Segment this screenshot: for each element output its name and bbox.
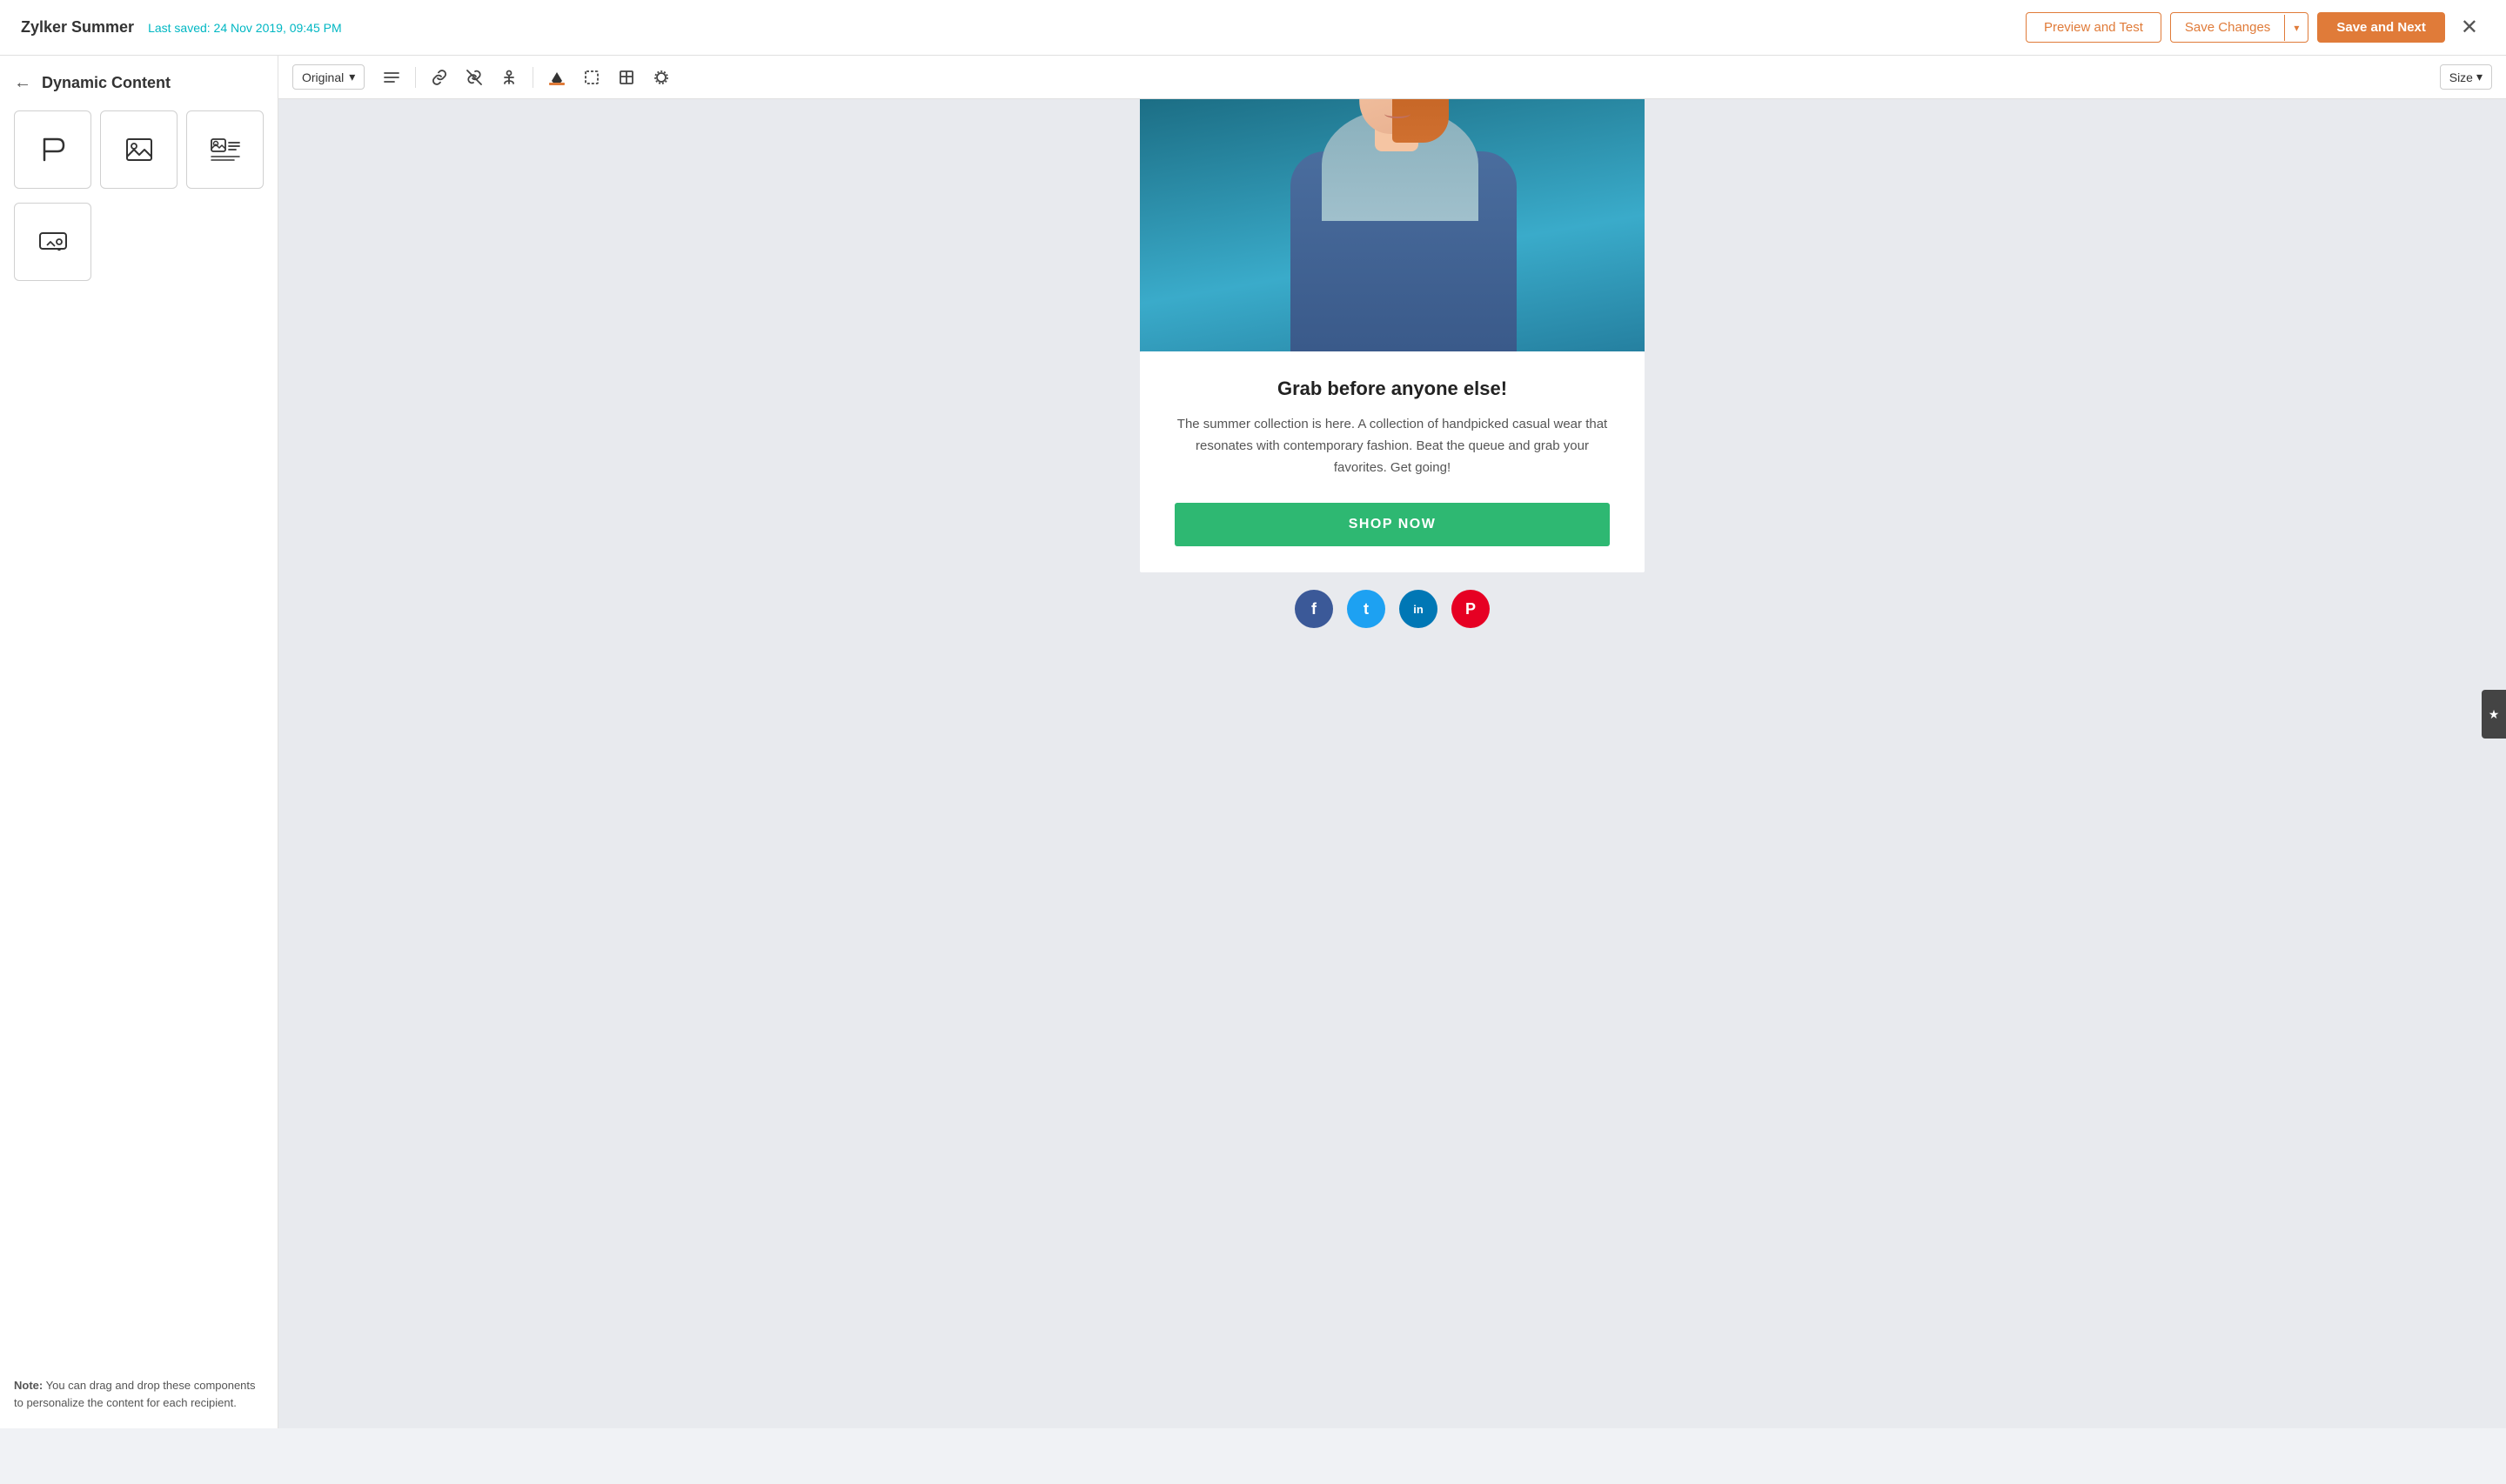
- shop-now-button[interactable]: SHOP NOW: [1175, 503, 1610, 546]
- image-component-card[interactable]: [100, 110, 178, 189]
- linkedin-icon: in: [1413, 603, 1424, 616]
- size-dropdown[interactable]: Size ▾: [2440, 64, 2492, 90]
- spotlight-icon: [653, 70, 669, 85]
- spotlight-icon-button[interactable]: [647, 64, 676, 90]
- align-icon-button[interactable]: [377, 64, 406, 90]
- anchor-icon: [501, 70, 517, 85]
- preview-and-test-button[interactable]: Preview and Test: [2026, 12, 2161, 43]
- toolbar: Original ▾: [278, 56, 2506, 99]
- selection-icon-button[interactable]: [577, 64, 606, 90]
- email-text-block: Grab before anyone else! The summer coll…: [1140, 351, 1645, 572]
- components-grid: [14, 110, 264, 189]
- paragraph-icon: [36, 132, 70, 167]
- original-label: Original: [302, 70, 344, 84]
- original-dropdown[interactable]: Original ▾: [292, 64, 365, 90]
- align-icon: [384, 70, 399, 85]
- link-icon-button[interactable]: [425, 64, 454, 90]
- close-button[interactable]: ✕: [2454, 11, 2485, 43]
- star-icon: ★: [2489, 707, 2500, 722]
- anchor-icon-button[interactable]: [494, 64, 524, 90]
- email-hero-block: [1140, 99, 1645, 351]
- last-saved-text: Last saved: 24 Nov 2019, 09:45 PM: [148, 21, 342, 35]
- save-and-next-button[interactable]: Save and Next: [2317, 12, 2445, 43]
- email-canvas: Grab before anyone else! The summer coll…: [1140, 99, 1645, 1394]
- table-icon: [619, 70, 634, 85]
- selection-icon: [584, 70, 600, 85]
- note-label: Note:: [14, 1379, 43, 1392]
- back-button[interactable]: ←: [14, 73, 31, 93]
- save-changes-dropdown-arrow[interactable]: ▾: [2284, 15, 2308, 41]
- header: Zylker Summer Last saved: 24 Nov 2019, 0…: [0, 0, 2506, 56]
- sidebar-header: ← Dynamic Content: [14, 73, 264, 93]
- link-icon: [432, 70, 447, 85]
- right-panel-handle[interactable]: ★: [2482, 690, 2506, 739]
- note-content: You can drag and drop these components t…: [14, 1379, 256, 1409]
- facebook-icon-button[interactable]: f: [1295, 590, 1333, 628]
- header-left: Zylker Summer Last saved: 24 Nov 2019, 0…: [21, 18, 342, 37]
- fill-icon-button[interactable]: [542, 64, 572, 90]
- campaign-title: Zylker Summer: [21, 18, 134, 37]
- image-icon: [122, 132, 157, 167]
- twitter-icon-button[interactable]: t: [1347, 590, 1385, 628]
- text-component-card[interactable]: [14, 110, 91, 189]
- pinterest-icon-button[interactable]: P: [1451, 590, 1490, 628]
- components-grid-row2: [14, 203, 264, 281]
- unlink-icon-button[interactable]: [459, 64, 489, 90]
- image-text-component-card[interactable]: [186, 110, 264, 189]
- email-body-text: The summer collection is here. A collect…: [1175, 414, 1610, 478]
- image-text-icon: [208, 132, 243, 167]
- table-icon-button[interactable]: [612, 64, 641, 90]
- social-icons-block: f t in P: [1140, 572, 1645, 645]
- linkedin-icon-button[interactable]: in: [1399, 590, 1437, 628]
- fill-icon: [549, 70, 565, 85]
- size-chevron-icon: ▾: [2476, 70, 2483, 84]
- dynamic-component-card[interactable]: [14, 203, 91, 281]
- sidebar: ← Dynamic Content: [0, 56, 278, 1428]
- facebook-icon: f: [1311, 600, 1317, 618]
- separator-1: [415, 67, 416, 88]
- pinterest-icon: P: [1465, 600, 1476, 618]
- dropdown-chevron-icon: ▾: [349, 70, 355, 84]
- save-changes-label: Save Changes: [2171, 13, 2284, 42]
- app-layout: ← Dynamic Content: [0, 56, 2506, 1428]
- email-headline: Grab before anyone else!: [1175, 378, 1610, 400]
- sidebar-note: Note: You can drag and drop these compon…: [14, 1363, 264, 1411]
- size-label: Size: [2449, 70, 2473, 84]
- twitter-icon: t: [1364, 600, 1369, 618]
- main-area: Original ▾: [278, 56, 2506, 1428]
- unlink-icon: [466, 70, 482, 85]
- sidebar-title: Dynamic Content: [42, 74, 171, 92]
- canvas-area[interactable]: Grab before anyone else! The summer coll…: [278, 99, 2506, 1428]
- save-changes-button[interactable]: Save Changes ▾: [2170, 12, 2308, 43]
- hero-image: [1140, 99, 1645, 351]
- header-right: Preview and Test Save Changes ▾ Save and…: [2026, 11, 2485, 43]
- dynamic-icon: [36, 224, 70, 259]
